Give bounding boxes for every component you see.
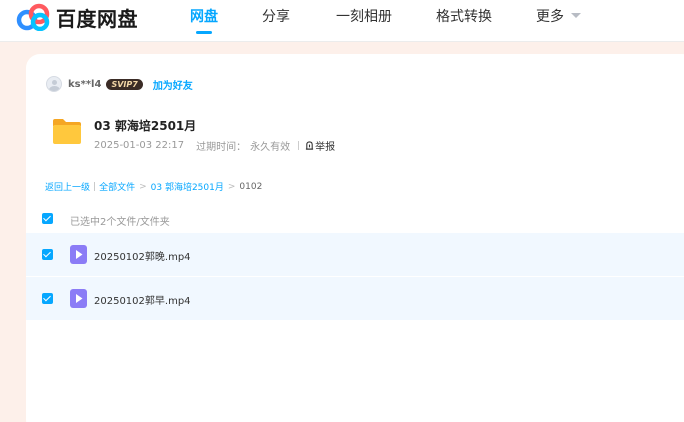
logo-text: 百度网盘 — [56, 6, 138, 31]
add-friend-link[interactable]: 加为好友 — [153, 77, 193, 92]
nav-moments-album[interactable]: 一刻相册 — [336, 6, 392, 26]
share-meta: 2025-01-03 22:17 过期时间： 永久有效 举报 — [94, 138, 335, 153]
svip-badge: SVIP7 — [106, 78, 143, 90]
breadcrumb-separator: > — [227, 181, 236, 192]
file-row[interactable]: 20250102郭早.mp4 — [26, 277, 684, 320]
avatar[interactable] — [46, 76, 62, 92]
nav-more[interactable]: 更多 — [536, 6, 564, 26]
breadcrumb-current: 0102 — [239, 181, 263, 192]
nav-active-indicator — [196, 31, 212, 34]
breadcrumb-back-link[interactable]: 返回上一级 — [45, 180, 90, 193]
selection-count-text: 已选中2个文件/文件夹 — [70, 217, 170, 228]
file-name[interactable]: 20250102郭晚.mp4 — [94, 248, 191, 263]
report-icon — [306, 141, 314, 150]
nav-share[interactable]: 分享 — [262, 6, 290, 26]
breadcrumb-parent-folder[interactable]: 03 郭海培2501月 — [151, 180, 224, 193]
chevron-down-icon[interactable] — [571, 13, 581, 18]
folder-icon — [53, 119, 81, 144]
sharer-info: ks**l4 SVIP7 加为好友 — [46, 76, 193, 92]
select-all-checkbox[interactable] — [42, 213, 53, 224]
video-file-icon — [70, 289, 87, 308]
breadcrumb-divider: | — [93, 181, 97, 192]
breadcrumb-separator: > — [139, 181, 147, 192]
report-button[interactable]: 举报 — [305, 138, 335, 153]
breadcrumb: 返回上一级 | 全部文件 > 03 郭海培2501月 > 0102 — [45, 180, 263, 194]
file-checkbox[interactable] — [42, 293, 53, 304]
select-all-row: 已选中2个文件/文件夹 — [42, 210, 684, 228]
expire-value: 永久有效 — [250, 142, 291, 153]
share-date: 2025-01-03 22:17 — [94, 140, 185, 151]
cloud-logo-icon — [16, 3, 50, 31]
breadcrumb-all-files[interactable]: 全部文件 — [99, 180, 135, 193]
baidu-netdisk-logo[interactable]: 百度网盘 — [16, 2, 138, 32]
nav-netdisk[interactable]: 网盘 — [190, 6, 218, 26]
file-name[interactable]: 20250102郭早.mp4 — [94, 292, 191, 307]
file-row[interactable]: 20250102郭晚.mp4 — [26, 233, 684, 276]
shared-folder-title: 03 郭海培2501月 — [94, 119, 197, 133]
nav-format-convert[interactable]: 格式转换 — [436, 6, 492, 26]
file-checkbox[interactable] — [42, 249, 53, 260]
report-label: 举报 — [315, 142, 336, 153]
top-navbar: 百度网盘 网盘 分享 一刻相册 格式转换 更多 — [0, 0, 684, 42]
video-file-icon — [70, 245, 87, 264]
expire-label: 过期时间： — [196, 142, 247, 153]
sharer-username[interactable]: ks**l4 — [68, 79, 101, 90]
meta-divider — [298, 141, 300, 150]
